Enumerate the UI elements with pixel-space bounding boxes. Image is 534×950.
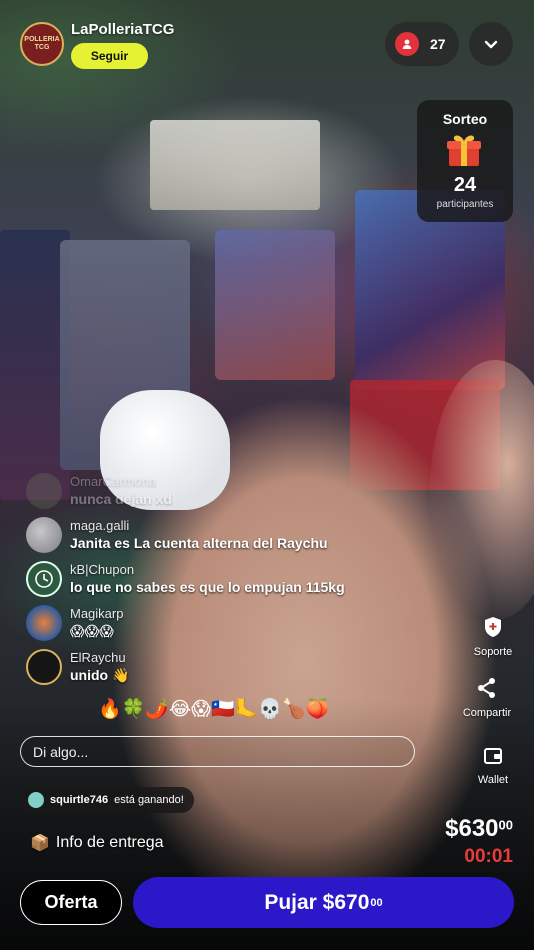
wallet-button[interactable]: Wallet xyxy=(458,746,528,786)
streamer-avatar[interactable]: POLLERIA TCG xyxy=(20,22,64,66)
raffle-card[interactable]: Sorteo 24 participantes xyxy=(417,100,513,222)
share-label: Compartir xyxy=(462,707,512,719)
share-button[interactable]: Compartir xyxy=(452,677,522,719)
viewer-count: 27 xyxy=(430,36,446,52)
chat-message: ElRaychu unido 👋 xyxy=(26,649,129,685)
follow-button[interactable]: Seguir xyxy=(71,43,148,69)
price-cents: 00 xyxy=(498,817,513,833)
chat-username: maga.galli xyxy=(70,518,130,533)
chat-username: ElRaychu xyxy=(70,650,126,665)
raffle-subtitle: participantes xyxy=(436,199,494,210)
clock-icon xyxy=(26,561,62,597)
chat-avatar xyxy=(26,605,62,641)
chevron-down-icon[interactable] xyxy=(469,22,513,66)
chat-message: OmarCarmona nunca dejan xd xyxy=(26,473,172,509)
support-button[interactable]: Soporte xyxy=(458,616,528,658)
shield-icon xyxy=(485,617,501,637)
chat-avatar xyxy=(26,517,62,553)
price-amount: $630 xyxy=(445,815,499,842)
wallet-icon xyxy=(484,748,502,764)
package-icon: 📦 xyxy=(30,835,50,852)
chat-message: kB|Chupon lo que no sabes es que lo empu… xyxy=(26,561,345,597)
background-shelf xyxy=(150,120,320,210)
chat-avatar xyxy=(26,649,62,685)
chat-text: 😱😱😱 xyxy=(70,623,114,639)
gift-icon xyxy=(447,135,481,166)
chat-text: nunca dejan xd xyxy=(70,491,172,507)
avatar-logo-text: POLLERIA TCG xyxy=(24,36,60,51)
reaction-bar[interactable]: 🔥🍀🌶️😂😱🇨🇱🦶💀🍗🍑 xyxy=(98,697,329,721)
chat-text: lo que no sabes es que lo empujan 115kg xyxy=(70,579,345,595)
chat-message: Magikarp 😱😱😱 xyxy=(26,605,123,641)
auction-timer: 00:01 xyxy=(464,846,513,867)
chat-avatar xyxy=(26,473,62,509)
wallet-label: Wallet xyxy=(477,774,509,786)
chat-text: unido 👋 xyxy=(70,667,130,683)
person-icon xyxy=(395,32,419,56)
leading-bidder-name: squirtle746 xyxy=(50,794,109,806)
bid-cents: 00 xyxy=(370,896,383,909)
raffle-participant-count: 24 xyxy=(453,174,477,196)
bidder-avatar xyxy=(28,792,44,808)
share-icon xyxy=(478,678,495,698)
support-label: Soporte xyxy=(473,646,513,658)
bid-label: Pujar $670 xyxy=(264,890,370,914)
chat-username: kB|Chupon xyxy=(70,562,135,577)
chat-text: Janita es La cuenta alterna del Raychu xyxy=(70,535,328,551)
offer-button[interactable]: Oferta xyxy=(20,880,122,925)
raffle-title: Sorteo xyxy=(442,111,488,127)
streamer-username[interactable]: LaPolleriaTCG xyxy=(71,21,174,38)
current-price: $63000 xyxy=(445,815,513,843)
delivery-info-link[interactable]: 📦 Info de entrega xyxy=(30,833,164,853)
viewer-count-badge[interactable]: 27 xyxy=(385,22,459,66)
delivery-info-label: Info de entrega xyxy=(55,834,164,851)
chat-message: maga.galli Janita es La cuenta alterna d… xyxy=(26,517,328,553)
chat-input[interactable] xyxy=(20,736,415,767)
bid-button[interactable]: Pujar $670 00 xyxy=(133,877,514,928)
leading-bidder-badge: squirtle746 está ganando! xyxy=(20,787,194,813)
chat-username: OmarCarmona xyxy=(70,474,156,489)
leading-bidder-text: está ganando! xyxy=(114,794,184,806)
chat-username: Magikarp xyxy=(70,606,124,621)
